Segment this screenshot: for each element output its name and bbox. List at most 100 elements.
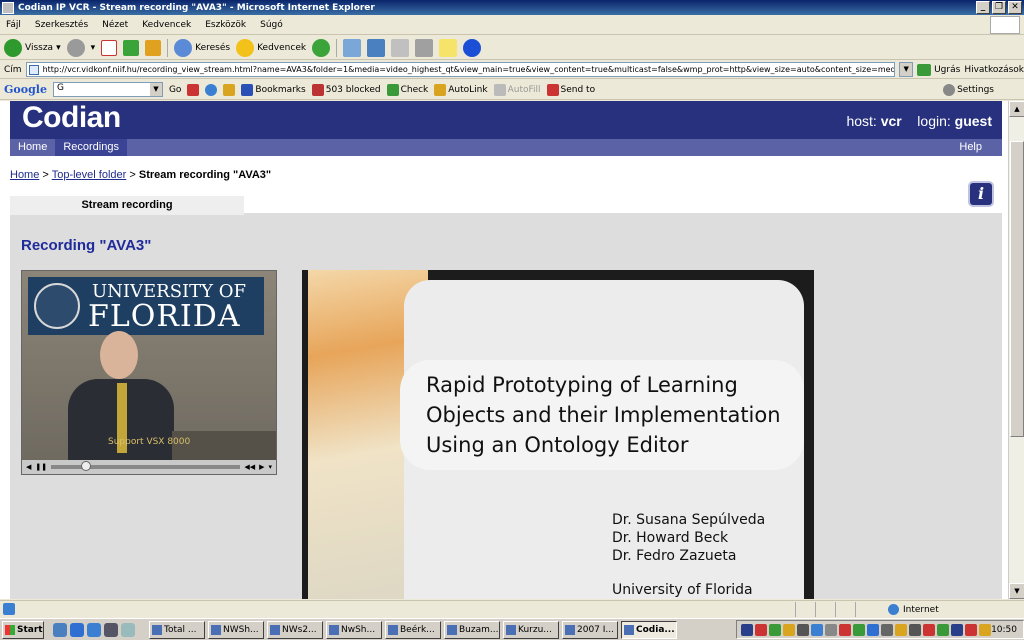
host-value: vcr	[880, 113, 902, 129]
autofill-button[interactable]: AutoFill	[493, 83, 541, 96]
tray-icon[interactable]	[965, 623, 977, 636]
spellcheck-button[interactable]: Check	[386, 83, 428, 96]
settings-button[interactable]: Settings	[943, 83, 994, 96]
menu-favorites[interactable]: Kedvencek	[142, 20, 191, 30]
nav-help[interactable]: Help	[959, 139, 982, 156]
video-player[interactable]: UNIVERSITY OF FLORIDA Support VSX 8000 ◀…	[21, 270, 277, 475]
google-search-input[interactable]: G ▼	[52, 82, 163, 97]
tray-icon[interactable]	[825, 623, 837, 636]
links-label[interactable]: Hivatkozások	[964, 65, 1024, 75]
stop-icon[interactable]	[101, 39, 118, 56]
back-button[interactable]: Vissza ▾	[4, 38, 61, 57]
menu-edit[interactable]: Szerkesztés	[35, 20, 88, 30]
chevron-down-icon[interactable]: ▾	[268, 463, 272, 471]
taskbar-button[interactable]: NwSh...	[326, 620, 382, 639]
tray-icon[interactable]	[937, 623, 949, 636]
bookmarks-button[interactable]: Bookmarks	[241, 83, 306, 96]
restore-button[interactable]: ❐	[992, 1, 1006, 14]
tray-icon[interactable]	[853, 623, 865, 636]
tray-icon[interactable]	[755, 623, 767, 636]
refresh-icon[interactable]	[123, 39, 140, 56]
tray-icon[interactable]	[881, 623, 893, 636]
taskbar-button[interactable]: Total ...	[149, 620, 205, 639]
taskbar-button[interactable]: Beérk...	[385, 620, 441, 639]
nav-home[interactable]: Home	[10, 139, 55, 156]
tray-icon[interactable]	[797, 623, 809, 636]
scroll-up-button[interactable]: ▲	[1009, 101, 1024, 117]
globe-icon[interactable]	[205, 83, 218, 96]
tray-icon[interactable]	[811, 623, 823, 636]
seek-handle[interactable]	[81, 461, 92, 471]
url-input[interactable]: http://vcr.vidkonf.niif.hu/recording_vie…	[25, 62, 896, 77]
notes-icon[interactable]	[439, 38, 458, 57]
clock[interactable]: 10:50	[991, 625, 1017, 635]
popup-blocker-button[interactable]: 503 blocked	[311, 83, 381, 96]
tray-icon[interactable]	[923, 623, 935, 636]
taskbar-button[interactable]: NWs2...	[267, 620, 323, 639]
forward-button[interactable]	[66, 38, 85, 57]
quicklaunch-icon[interactable]	[87, 622, 101, 637]
tray-icon[interactable]	[783, 623, 795, 636]
vertical-scrollbar[interactable]: ▲ ▼	[1008, 101, 1024, 599]
tray-icon[interactable]	[979, 623, 991, 636]
volume-icon[interactable]: ◀◀	[244, 463, 255, 471]
go-button[interactable]: Ugrás	[917, 63, 960, 76]
tray-icon[interactable]	[951, 623, 963, 636]
security-zone: Internet	[884, 601, 939, 618]
quicklaunch-icon[interactable]	[53, 622, 67, 637]
breadcrumb-home[interactable]: Home	[10, 169, 39, 181]
chevron-down-icon[interactable]: ▾	[91, 43, 96, 53]
autolink-button[interactable]: AutoLink	[434, 83, 488, 96]
chevron-down-icon[interactable]: ▼	[149, 83, 162, 96]
status-bar: Internet	[0, 600, 1024, 617]
history-icon[interactable]	[312, 38, 331, 57]
tray-icon[interactable]	[909, 623, 921, 636]
chevron-down-icon[interactable]: ▾	[56, 43, 61, 53]
taskbar-button[interactable]: NWSh...	[208, 620, 264, 639]
tray-icon[interactable]	[867, 623, 879, 636]
forward-icon[interactable]: ▶	[259, 463, 264, 471]
ie-quicklaunch-icon[interactable]	[70, 622, 84, 637]
options-icon[interactable]	[223, 83, 236, 96]
nav-recordings[interactable]: Recordings	[55, 139, 127, 156]
codian-logo[interactable]: Codian	[22, 101, 121, 135]
taskbar-button[interactable]: Buzam...	[444, 620, 500, 639]
quicklaunch-icon[interactable]	[104, 622, 118, 637]
close-button[interactable]: ✕	[1008, 1, 1022, 14]
google-go-button[interactable]: Go	[169, 85, 181, 95]
favorites-button[interactable]: Kedvencek	[236, 38, 306, 57]
scroll-down-button[interactable]: ▼	[1009, 583, 1024, 599]
taskbar-button[interactable]: 2007 I...	[562, 620, 618, 639]
menu-file[interactable]: Fájl	[6, 20, 21, 30]
tray-icon[interactable]	[741, 623, 753, 636]
quicklaunch-icon[interactable]	[121, 622, 135, 637]
taskbar-button-active[interactable]: Codia...	[621, 620, 677, 639]
tray-icon[interactable]	[895, 623, 907, 636]
pagerank-icon[interactable]	[187, 83, 200, 96]
breadcrumb-top-level-folder[interactable]: Top-level folder	[52, 169, 127, 181]
edit-icon[interactable]	[415, 38, 434, 57]
menu-tools[interactable]: Eszközök	[205, 20, 246, 30]
tab-stream-recording[interactable]: Stream recording	[10, 196, 244, 215]
taskbar-button[interactable]: Kurzu...	[503, 620, 559, 639]
info-icon[interactable]: i	[968, 181, 994, 207]
scroll-thumb[interactable]	[1010, 141, 1024, 437]
tray-icon[interactable]	[769, 623, 781, 636]
print-icon[interactable]	[391, 38, 410, 57]
google-logo[interactable]: Google	[4, 83, 47, 96]
pause-icon[interactable]: ❚❚	[35, 463, 47, 471]
search-button[interactable]: Keresés	[174, 38, 230, 57]
start-button[interactable]: Start	[2, 620, 44, 639]
play-icon[interactable]: ◀	[26, 463, 31, 471]
address-dropdown[interactable]: ▼	[899, 62, 914, 77]
send-to-button[interactable]: Send to	[546, 83, 595, 96]
tray-icon[interactable]	[839, 623, 851, 636]
bluetooth-icon[interactable]	[463, 38, 482, 57]
menu-help[interactable]: Súgó	[260, 20, 283, 30]
mail-icon[interactable]	[343, 38, 362, 57]
home-icon[interactable]	[145, 39, 162, 56]
messenger-icon[interactable]	[367, 38, 386, 57]
menu-view[interactable]: Nézet	[102, 20, 128, 30]
minimize-button[interactable]: _	[976, 1, 990, 14]
seek-bar[interactable]	[51, 461, 241, 471]
